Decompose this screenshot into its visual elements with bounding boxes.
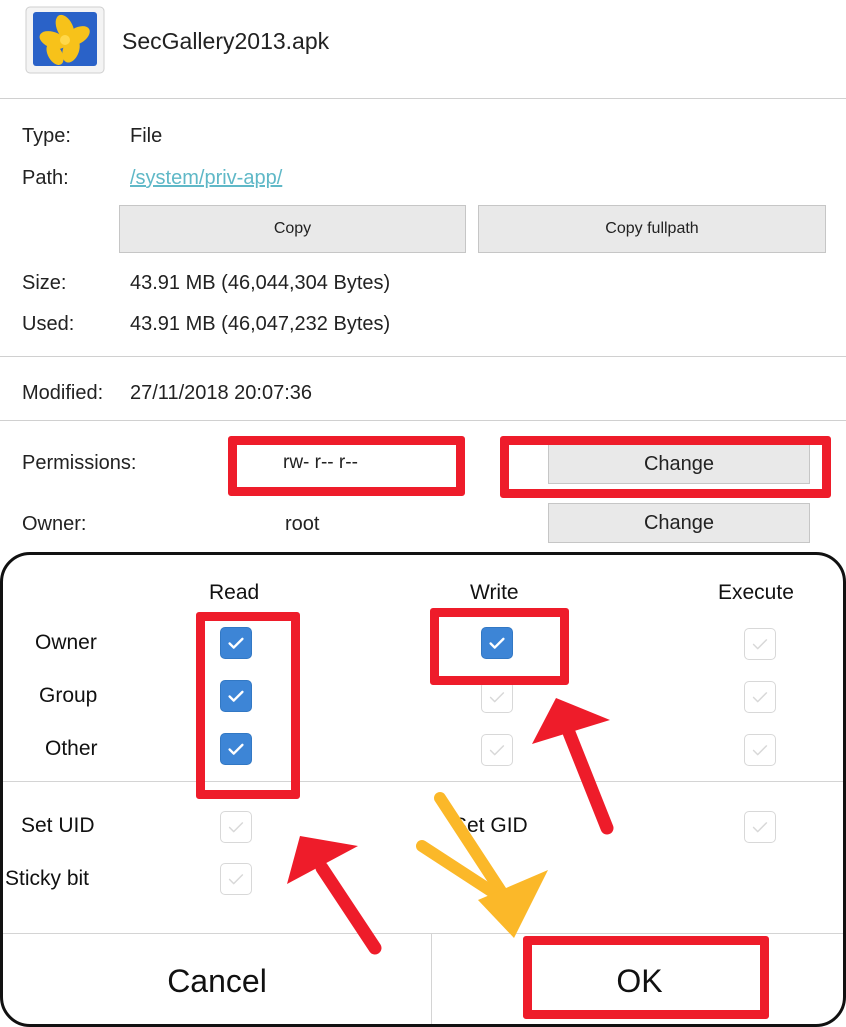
yellow-arrow-icon — [416, 792, 548, 938]
red-arrow-write-icon — [532, 698, 614, 835]
red-arrow-sticky-icon — [287, 836, 382, 955]
annotation-arrows — [287, 698, 614, 955]
